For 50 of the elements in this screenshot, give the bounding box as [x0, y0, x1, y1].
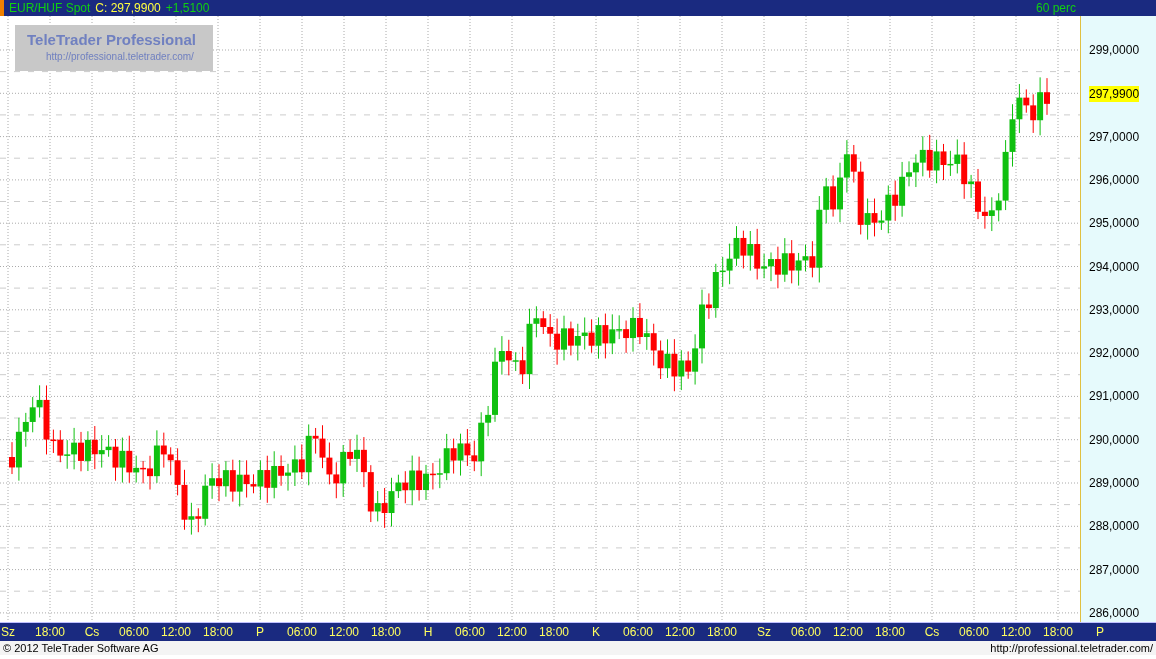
interval-label: 60 perc	[1035, 1, 1076, 15]
time-label: P	[255, 625, 265, 639]
time-label: 18:00	[34, 625, 66, 639]
logo-title: TeleTrader Professional	[27, 30, 196, 49]
time-label: 18:00	[874, 625, 906, 639]
price-label: 288,0000	[1089, 518, 1140, 535]
time-label: Cs	[83, 625, 101, 639]
price-change: +1,5100	[165, 1, 210, 15]
time-label: Sz	[756, 625, 772, 639]
time-label: 18:00	[538, 625, 570, 639]
time-label: K	[591, 625, 601, 639]
time-label: 18:00	[1042, 625, 1074, 639]
time-label: 06:00	[790, 625, 822, 639]
price-label: 295,0000	[1089, 215, 1140, 232]
time-label: 12:00	[328, 625, 360, 639]
price-label: 294,0000	[1089, 258, 1140, 275]
price-label: 299,0000	[1089, 42, 1140, 58]
price-label: 296,0000	[1089, 171, 1140, 188]
price-label: 293,0000	[1089, 301, 1140, 318]
copyright-text: © 2012 TeleTrader Software AG	[3, 642, 159, 654]
time-label: 18:00	[202, 625, 234, 639]
time-label: 06:00	[286, 625, 318, 639]
time-label: 12:00	[832, 625, 864, 639]
time-label: Cs	[923, 625, 941, 639]
time-label: 18:00	[370, 625, 402, 639]
price-label: 287,0000	[1089, 561, 1140, 578]
time-label: 18:00	[706, 625, 738, 639]
marker-icon	[0, 0, 4, 16]
time-label: 12:00	[496, 625, 528, 639]
logo-url: http://professional.teletrader.com/	[46, 51, 195, 62]
price-label: 286,0000	[1089, 604, 1140, 621]
time-label: H	[422, 625, 434, 639]
price-label: 297,0000	[1089, 128, 1140, 145]
time-label: 06:00	[118, 625, 150, 639]
time-label: 06:00	[958, 625, 990, 639]
close-price: C: 297,9900	[95, 1, 161, 15]
time-label: 06:00	[454, 625, 486, 639]
price-label: 291,0000	[1089, 388, 1140, 405]
time-label: 06:00	[622, 625, 654, 639]
current-price-label: 297,9900	[1089, 86, 1140, 103]
instrument-name: EUR/HUF Spot	[9, 1, 91, 15]
time-label: 12:00	[1000, 625, 1032, 639]
time-label: Sz	[0, 625, 16, 639]
price-label: 292,0000	[1089, 345, 1140, 362]
price-label: 290,0000	[1089, 431, 1140, 448]
price-label: 289,0000	[1089, 475, 1140, 491]
time-label: P	[1095, 625, 1105, 639]
time-label: 12:00	[160, 625, 192, 639]
time-label: 12:00	[664, 625, 696, 639]
footer-url: http://professional.teletrader.com/	[990, 642, 1153, 654]
